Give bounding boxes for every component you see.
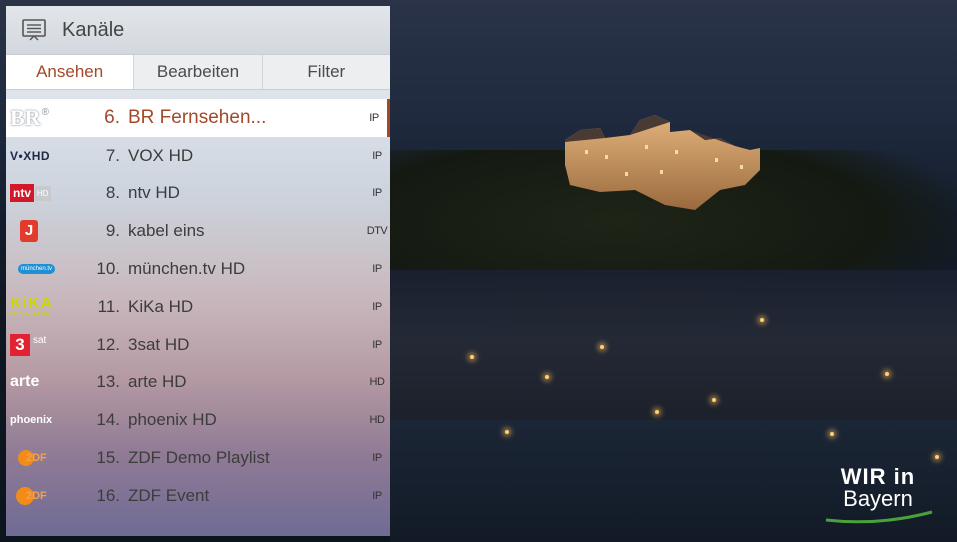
channel-source-tag: IP xyxy=(372,149,382,162)
phoenix-logo-text: phoenix xyxy=(10,414,53,427)
kika-logo-sub: von ARD und ZDF xyxy=(10,311,51,318)
channel-name: kabel eins xyxy=(128,221,205,241)
tv-list-icon xyxy=(22,19,46,41)
channel-source-tag: HD xyxy=(369,414,385,427)
watermark-line2: Bayern xyxy=(843,486,913,511)
arte-logo: arte xyxy=(6,368,70,396)
channel-row[interactable]: J 9. kabel eins DTV xyxy=(6,212,390,250)
br-logo-text: BR xyxy=(10,104,41,130)
channel-source-tag: IP xyxy=(372,338,382,351)
arte-logo-text: arte xyxy=(10,373,40,391)
castle-illustration xyxy=(565,115,760,210)
channel-name: ZDF Event xyxy=(128,485,210,505)
br-logo-mark: ® xyxy=(41,107,49,119)
channel-name: 3sat HD xyxy=(128,334,190,354)
channel-row[interactable]: KiKA von ARD und ZDF 11. KiKa HD IP xyxy=(6,288,390,326)
channel-name: ZDF Demo Playlist xyxy=(128,448,270,468)
channel-row[interactable]: 2DF 16. ZDF Event IP xyxy=(6,477,390,515)
channel-source-tag: IP xyxy=(369,111,379,124)
channel-name: arte HD xyxy=(128,372,187,392)
channel-row[interactable]: 2DF 15. ZDF Demo Playlist IP xyxy=(6,439,390,477)
kabel-eins-logo: J xyxy=(6,217,70,245)
channel-panel: Kanäle Ansehen Bearbeiten Filter BR ® 6.… xyxy=(6,6,390,536)
channel-number: 12. xyxy=(96,334,120,354)
ntv-logo-text: ntv xyxy=(10,184,34,203)
muenchen-tv-logo: münchen.tv xyxy=(6,255,70,283)
channel-row[interactable]: phoenix 14. phoenix HD HD xyxy=(6,401,390,439)
channel-number: 11. xyxy=(97,296,120,316)
br-logo: BR ® xyxy=(6,104,70,132)
tab-filter[interactable]: Filter xyxy=(262,55,390,89)
kika-logo: KiKA von ARD und ZDF xyxy=(6,293,70,321)
channel-list: BR ® 6. BR Fernsehen... IP V•XHD 7. VOX … xyxy=(6,99,390,515)
channel-row[interactable]: ntv HD 8. ntv HD IP xyxy=(6,175,390,213)
channel-number: 15. xyxy=(96,448,120,468)
vox-logo: V•XHD xyxy=(6,142,70,170)
channel-watermark-logo: WIR in Bayern xyxy=(818,466,938,526)
channel-number: 9. xyxy=(105,221,120,241)
channel-name: phoenix HD xyxy=(128,410,217,430)
channel-name: BR Fernsehen... xyxy=(128,106,267,128)
channel-number: 16. xyxy=(96,485,120,505)
channel-row[interactable]: 3 sat 12. 3sat HD IP xyxy=(6,326,390,364)
channel-name: ntv HD xyxy=(128,183,180,203)
video-town xyxy=(390,270,957,440)
channel-source-tag: IP xyxy=(372,263,382,276)
channel-source-tag: IP xyxy=(372,300,382,313)
3sat-logo-num: 3 xyxy=(10,333,30,356)
zdf-logo: 2DF xyxy=(6,444,70,472)
zdf-logo: 2DF xyxy=(6,482,70,510)
3sat-logo: 3 sat xyxy=(6,331,70,359)
ntv-logo-hd: HD xyxy=(35,185,51,201)
channel-source-tag: DTV xyxy=(366,225,388,238)
muenchen-tv-logo-text: münchen.tv xyxy=(18,264,56,275)
swoosh-icon xyxy=(825,510,933,524)
tab-ansehen[interactable]: Ansehen xyxy=(6,55,135,89)
phoenix-logo: phoenix xyxy=(6,406,70,434)
channel-name: KiKa HD xyxy=(128,296,194,316)
tab-bar: Ansehen Bearbeiten Filter xyxy=(6,54,390,90)
channel-row[interactable]: V•XHD 7. VOX HD IP xyxy=(6,137,390,175)
channel-source-tag: IP xyxy=(372,489,382,502)
tab-bearbeiten[interactable]: Bearbeiten xyxy=(134,55,263,89)
kika-logo-text: KiKA xyxy=(10,295,54,313)
channel-row[interactable]: BR ® 6. BR Fernsehen... IP xyxy=(6,99,390,137)
zdf-logo-text: 2DF xyxy=(26,489,47,502)
panel-header: Kanäle xyxy=(6,6,390,54)
channel-number: 10. xyxy=(96,259,120,279)
channel-source-tag: IP xyxy=(372,187,382,200)
channel-source-tag: HD xyxy=(369,376,385,389)
channel-number: 8. xyxy=(105,183,120,203)
3sat-logo-text: sat xyxy=(33,335,47,347)
channel-name: münchen.tv HD xyxy=(128,259,246,279)
channel-number: 14. xyxy=(96,410,120,430)
channel-row[interactable]: arte 13. arte HD HD xyxy=(6,364,390,402)
panel-title: Kanäle xyxy=(62,18,125,41)
channel-row[interactable]: münchen.tv 10. münchen.tv HD IP xyxy=(6,250,390,288)
channel-name: VOX HD xyxy=(128,145,194,165)
vox-logo-text: V•XHD xyxy=(10,148,51,163)
ntv-logo: ntv HD xyxy=(6,179,70,207)
channel-number: 6. xyxy=(104,106,120,128)
zdf-logo-text: 2DF xyxy=(26,452,47,465)
channel-number: 7. xyxy=(105,145,120,165)
watermark-line1: WIR in xyxy=(840,464,916,489)
kabel-eins-logo-text: J xyxy=(20,220,38,243)
channel-source-tag: IP xyxy=(372,452,382,465)
channel-number: 13. xyxy=(96,372,120,392)
